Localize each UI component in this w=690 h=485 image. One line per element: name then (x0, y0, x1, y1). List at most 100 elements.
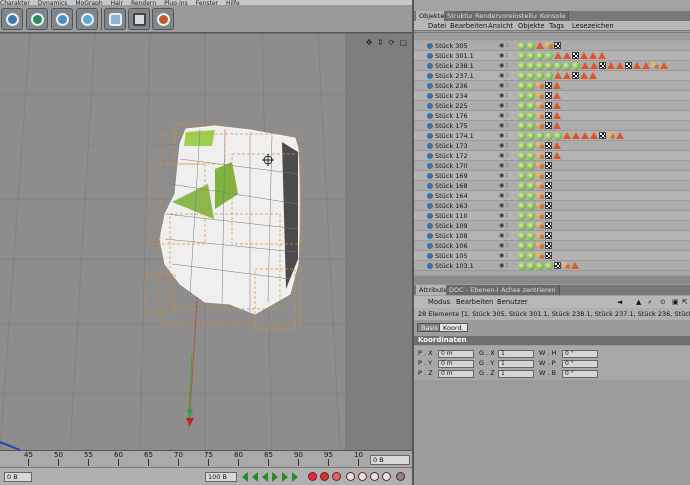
tag-icon[interactable] (518, 202, 526, 210)
key-position-icon[interactable] (346, 472, 355, 481)
tag-icon[interactable] (545, 142, 552, 149)
tag-icon[interactable] (545, 232, 552, 239)
render-sphere-tool-4[interactable] (76, 8, 98, 30)
tag-icon[interactable] (536, 152, 544, 159)
search-icon[interactable]: ⌕ (648, 297, 652, 307)
viewport-nav-icons[interactable]: ✥ ⇕ ⟳ ▢ (366, 38, 408, 47)
keyframe-selection-icon[interactable] (332, 472, 341, 481)
menu-ansicht[interactable]: Ansicht (488, 21, 513, 31)
tag-icon[interactable] (581, 62, 589, 69)
tag-icon[interactable] (589, 72, 597, 79)
tag-icon[interactable] (599, 62, 606, 69)
object-name[interactable]: Stück 237.1 (435, 71, 474, 81)
tag-icon[interactable] (527, 82, 535, 90)
menu-objekte[interactable]: Objekte (518, 21, 545, 31)
tag-icon[interactable] (563, 52, 571, 59)
tag-icon[interactable] (536, 42, 544, 49)
tag-icon[interactable] (527, 172, 535, 180)
object-name[interactable]: Stück 108 (435, 231, 468, 241)
tag-icon[interactable] (580, 72, 588, 79)
tag-icon[interactable] (545, 82, 552, 89)
tag-icon[interactable] (518, 52, 526, 60)
tag-icon[interactable] (518, 232, 526, 240)
tag-icon[interactable] (527, 232, 535, 240)
list-item[interactable]: Stück 174.1 ◉ ⁝ (414, 131, 690, 141)
tag-icon[interactable] (553, 112, 561, 119)
visibility-dots[interactable]: ◉ ⁝ (499, 202, 508, 210)
list-item[interactable]: Stück 163 ◉ ⁝ (414, 201, 690, 211)
object-name[interactable]: Stück 174.1 (435, 131, 474, 141)
tag-icon[interactable] (527, 242, 535, 250)
tab-konsole[interactable]: Konsole (537, 11, 570, 21)
tag-icon[interactable] (536, 222, 544, 229)
render-sphere-tool-1[interactable] (1, 8, 23, 30)
render-settings-tool[interactable] (128, 8, 150, 30)
visibility-dots[interactable]: ◉ ⁝ (499, 72, 508, 80)
menu-bearbeiten[interactable]: Bearbeiten (450, 21, 487, 31)
key-scale-icon[interactable] (358, 472, 367, 481)
tag-icon[interactable] (536, 142, 544, 149)
tag-icon[interactable] (518, 82, 526, 90)
tag-icon[interactable] (527, 202, 535, 210)
menu-modus[interactable]: Modus (428, 297, 450, 307)
back-arrow-icon[interactable]: ◄ (617, 297, 622, 307)
list-item[interactable]: Stück 238.1 ◉ ⁝ (414, 61, 690, 71)
current-frame-field[interactable]: 0 B (370, 455, 410, 465)
tag-icon[interactable] (527, 132, 535, 140)
list-item[interactable]: Stück 236 ◉ ⁝ (414, 81, 690, 91)
tag-icon[interactable] (625, 62, 632, 69)
prev-key-icon[interactable] (252, 472, 258, 482)
tag-icon[interactable] (580, 52, 588, 59)
visibility-dots[interactable]: ◉ ⁝ (499, 62, 508, 70)
tag-icon[interactable] (536, 162, 544, 169)
tag-icon[interactable] (527, 162, 535, 170)
render-sphere-tool-3[interactable] (51, 8, 73, 30)
object-name[interactable]: Stück 110 (435, 211, 468, 221)
coord-value[interactable]: 0 m (438, 360, 474, 368)
object-name[interactable]: Stück 163 (435, 201, 468, 211)
tag-icon[interactable] (553, 82, 561, 89)
object-name[interactable]: Stück 106 (435, 241, 468, 251)
tag-icon[interactable] (545, 252, 552, 259)
record-icon[interactable] (308, 472, 317, 481)
object-name[interactable]: Stück 305 (435, 41, 468, 51)
tag-icon[interactable] (545, 162, 552, 169)
coord-value[interactable]: 1 (498, 370, 534, 378)
play-icon[interactable] (272, 472, 278, 482)
tag-icon[interactable] (536, 182, 544, 189)
tag-icon[interactable] (518, 172, 526, 180)
list-item[interactable]: Stück 168 ◉ ⁝ (414, 181, 690, 191)
autokey-icon[interactable] (320, 472, 329, 481)
list-item[interactable]: Stück 105 ◉ ⁝ (414, 251, 690, 261)
tag-icon[interactable] (545, 182, 552, 189)
end-frame-field[interactable]: 100 B (205, 472, 237, 482)
render-view-tool[interactable] (152, 8, 174, 30)
tag-icon[interactable] (598, 52, 606, 59)
tag-icon[interactable] (545, 192, 552, 199)
object-name[interactable]: Stück 236 (435, 81, 468, 91)
tag-icon[interactable] (554, 72, 562, 79)
visibility-dots[interactable]: ◉ ⁝ (499, 212, 508, 220)
tag-icon[interactable] (527, 122, 535, 130)
list-item[interactable]: Stück 175 ◉ ⁝ (414, 121, 690, 131)
tag-icon[interactable] (554, 262, 561, 269)
tag-icon[interactable] (545, 202, 552, 209)
tag-icon[interactable] (518, 42, 526, 50)
tag-icon[interactable] (589, 52, 597, 59)
tag-icon[interactable] (518, 152, 526, 160)
object-name[interactable]: Stück 238.1 (435, 61, 474, 71)
tag-icon[interactable] (651, 62, 659, 69)
tag-icon[interactable] (527, 192, 535, 200)
tag-icon[interactable] (562, 262, 570, 269)
menu-benutzer[interactable]: Benutzer (497, 297, 528, 307)
visibility-dots[interactable]: ◉ ⁝ (499, 42, 508, 50)
visibility-dots[interactable]: ◉ ⁝ (499, 82, 508, 90)
tag-icon[interactable] (572, 52, 579, 59)
visibility-dots[interactable]: ◉ ⁝ (499, 152, 508, 160)
tag-icon[interactable] (616, 132, 624, 139)
tag-icon[interactable] (536, 262, 544, 270)
list-item[interactable]: Stück 305 ◉ ⁝ (414, 41, 690, 51)
tag-icon[interactable] (545, 92, 552, 99)
coord-value[interactable]: 0 ° (562, 370, 598, 378)
tag-icon[interactable] (572, 132, 580, 139)
